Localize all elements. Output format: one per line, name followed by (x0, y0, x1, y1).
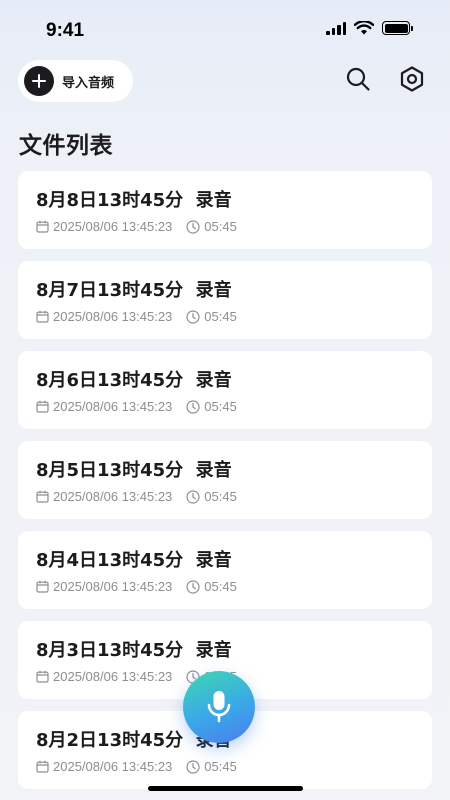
file-date: 2025/08/06 13:45:23 (53, 219, 173, 234)
file-card[interactable]: 8月5日13时45分 录音 2025/08/06 13:45:23 05:45 (18, 441, 432, 519)
file-card[interactable]: 8月8日13时45分 录音 2025/08/06 13:45:23 05:45 (18, 171, 432, 249)
clock-icon (186, 219, 200, 234)
file-meta: 2025/08/06 13:45:23 05:45 (36, 219, 237, 234)
wifi-icon (354, 21, 374, 35)
plus-icon (24, 66, 54, 96)
page-title: 文件列表 (19, 133, 113, 159)
file-duration: 05:45 (204, 579, 237, 594)
calendar-icon (36, 400, 49, 413)
clock-icon (186, 399, 200, 414)
import-audio-button[interactable]: 导入音频 (18, 60, 133, 102)
calendar-icon (36, 310, 49, 323)
file-date: 2025/08/06 13:45:23 (53, 399, 173, 414)
calendar-icon (36, 580, 49, 593)
clock-icon (186, 759, 200, 774)
file-meta: 2025/08/06 13:45:23 05:45 (36, 309, 237, 324)
file-date: 2025/08/06 13:45:23 (53, 489, 173, 504)
file-title: 8月3日13时45分 录音 (36, 640, 232, 661)
file-meta: 2025/08/06 13:45:23 05:45 (36, 489, 237, 504)
home-indicator (148, 786, 303, 791)
file-meta: 2025/08/06 13:45:23 05:45 (36, 399, 237, 414)
calendar-icon (36, 220, 49, 233)
file-card[interactable]: 8月6日13时45分 录音 2025/08/06 13:45:23 05:45 (18, 351, 432, 429)
file-date: 2025/08/06 13:45:23 (53, 669, 173, 684)
file-date: 2025/08/06 13:45:23 (53, 309, 173, 324)
file-title: 8月4日13时45分 录音 (36, 550, 232, 571)
cellular-signal-icon (326, 21, 346, 35)
microphone-icon (207, 691, 231, 723)
file-duration: 05:45 (204, 759, 237, 774)
settings-icon[interactable] (397, 64, 427, 94)
file-date: 2025/08/06 13:45:23 (53, 579, 173, 594)
clock-icon (186, 489, 200, 504)
file-meta: 2025/08/06 13:45:23 05:45 (36, 759, 237, 774)
status-bar: 9:41 (0, 0, 450, 56)
import-audio-label: 导入音频 (62, 75, 115, 91)
file-date: 2025/08/06 13:45:23 (53, 759, 173, 774)
file-title: 8月5日13时45分 录音 (36, 460, 232, 481)
battery-icon (382, 21, 413, 35)
file-meta: 2025/08/06 13:45:23 05:45 (36, 579, 237, 594)
file-duration: 05:45 (204, 309, 237, 324)
file-title: 8月7日13时45分 录音 (36, 280, 232, 301)
file-duration: 05:45 (204, 489, 237, 504)
calendar-icon (36, 670, 49, 683)
file-card[interactable]: 8月7日13时45分 录音 2025/08/06 13:45:23 05:45 (18, 261, 432, 339)
calendar-icon (36, 760, 49, 773)
status-icons (326, 21, 413, 35)
file-duration: 05:45 (204, 219, 237, 234)
calendar-icon (36, 490, 49, 503)
file-card[interactable]: 8月4日13时45分 录音 2025/08/06 13:45:23 05:45 (18, 531, 432, 609)
clock-icon (186, 579, 200, 594)
file-duration: 05:45 (204, 399, 237, 414)
clock-icon (186, 309, 200, 324)
search-icon[interactable] (343, 64, 373, 94)
record-button[interactable] (183, 671, 255, 743)
file-title: 8月6日13时45分 录音 (36, 370, 232, 391)
status-time: 9:41 (46, 20, 85, 41)
file-title: 8月8日13时45分 录音 (36, 190, 232, 211)
